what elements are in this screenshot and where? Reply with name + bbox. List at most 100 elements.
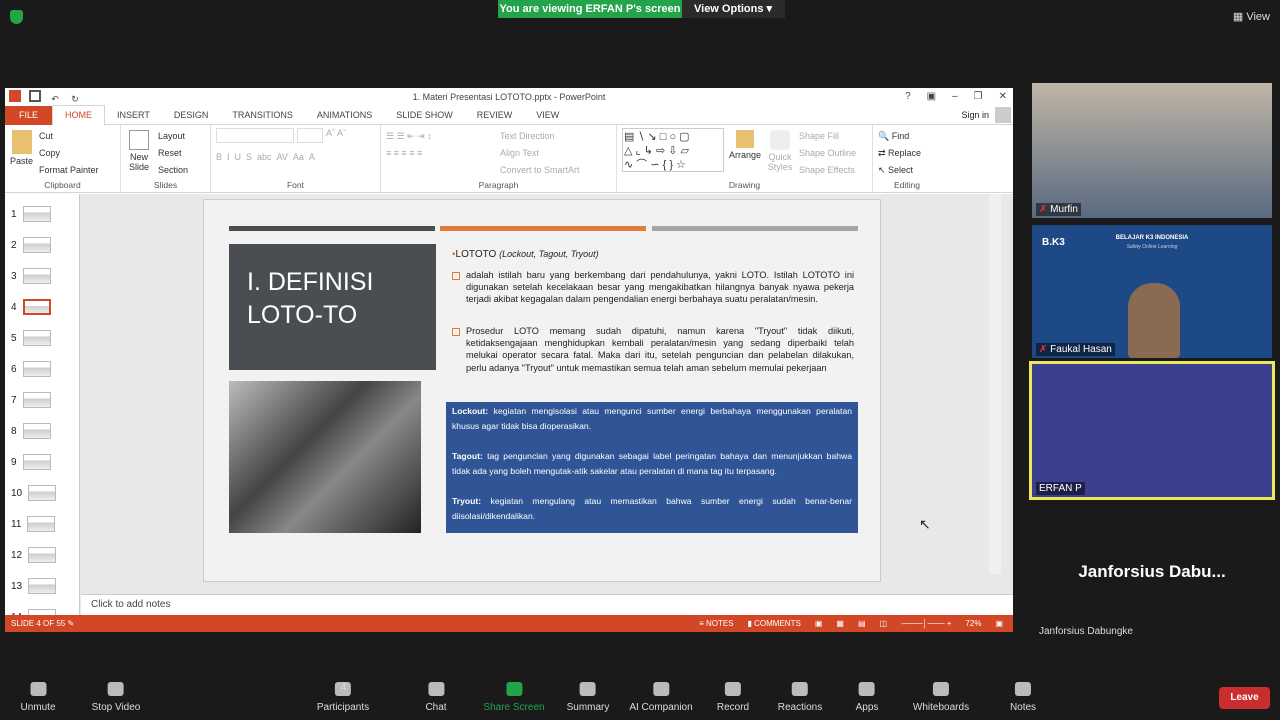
slideshow-icon[interactable]: ◫ xyxy=(880,615,888,632)
reactions-button[interactable]: Reactions xyxy=(778,682,822,713)
definitions-box: Lockout: kegiatan mengisolasi atau mengu… xyxy=(446,402,858,533)
video-tile-faukal[interactable]: B.K3 BELAJAR K3 INDONESIA Safety Online … xyxy=(1032,225,1272,358)
leave-button[interactable]: Leave xyxy=(1219,687,1270,709)
notes-button[interactable]: Notes xyxy=(1010,682,1036,713)
zoom-level[interactable]: 72% xyxy=(965,615,981,632)
font-grow-icon[interactable]: Aˆ Aˇ xyxy=(326,128,346,143)
select-button[interactable]: ↖ Select xyxy=(878,162,936,179)
redo-icon[interactable]: ↻ xyxy=(69,90,81,104)
tab-review[interactable]: REVIEW xyxy=(465,106,525,125)
find-label: Find xyxy=(891,131,910,141)
view-button[interactable]: ▦ View xyxy=(1233,10,1270,23)
slide-lead: ▪LOTOTO (Lockout, Tagout, Tryout) xyxy=(452,249,599,260)
tab-slide-show[interactable]: SLIDE SHOW xyxy=(384,106,465,125)
whiteboard-icon xyxy=(932,682,949,696)
slide-thumbnail-12[interactable]: 12 xyxy=(11,547,57,563)
slide-thumbnail-6[interactable]: 6 xyxy=(11,361,51,377)
stop-video-button[interactable]: Stop Video xyxy=(92,682,140,713)
slide-canvas[interactable]: I. DEFINISI LOTO-TO ▪LOTOTO (Lockout, Ta… xyxy=(203,199,881,582)
notes-pane[interactable]: Click to add notes xyxy=(81,594,1013,615)
whiteboards-button[interactable]: Whiteboards xyxy=(913,682,969,713)
slide-thumbnail-11[interactable]: 11 xyxy=(11,516,56,532)
sign-in-link[interactable]: Sign in xyxy=(961,110,989,120)
status-bar: SLIDE 4 OF 55 ✎ ≡ NOTES ▮ COMMENTS ▣ ▦ ▤ ◫ … xyxy=(5,615,1013,632)
align-text-button[interactable]: Align Text xyxy=(500,145,580,162)
zoom-slider[interactable]: –───│─── + xyxy=(901,615,951,632)
record-button[interactable]: Record xyxy=(717,682,749,713)
minimize-icon[interactable]: – xyxy=(952,88,958,106)
slide-thumbnail-2[interactable]: 2 xyxy=(11,237,51,253)
shape-outline-button[interactable]: Shape Outline xyxy=(799,145,856,162)
list-buttons[interactable]: ☰ ☰ ⇤ ⇥ ↕ xyxy=(386,128,494,145)
restore-icon[interactable]: ❐ xyxy=(974,88,983,106)
find-button[interactable]: 🔍 Find xyxy=(878,128,936,145)
reading-view-icon[interactable]: ▤ xyxy=(858,615,866,632)
help-icon[interactable]: ? xyxy=(905,88,911,106)
notes-icon xyxy=(1015,682,1031,696)
notes-button[interactable]: ≡ NOTES xyxy=(699,615,733,632)
layout-button[interactable]: Layout xyxy=(158,128,188,145)
tab-design[interactable]: DESIGN xyxy=(162,106,221,125)
tab-file[interactable]: FILE xyxy=(5,105,53,125)
slide-editing-area[interactable]: I. DEFINISI LOTO-TO ▪LOTOTO (Lockout, Ta… xyxy=(81,194,1001,594)
summary-button[interactable]: Summary xyxy=(567,682,609,713)
align-buttons[interactable]: ≡ ≡ ≡ ≡ ≡ xyxy=(386,145,494,162)
slide-thumbnail-3[interactable]: 3 xyxy=(11,268,51,284)
slide-thumbnail-4[interactable]: 4 xyxy=(11,299,51,315)
ai-companion-button[interactable]: AI Companion xyxy=(629,682,693,713)
chat-button[interactable]: Chat xyxy=(425,682,447,713)
undo-icon[interactable]: ↶ xyxy=(49,90,61,104)
video-tile-erfan-active-speaker[interactable]: ERFAN P xyxy=(1029,361,1275,500)
thumbnail-image xyxy=(28,547,57,563)
share-screen-button[interactable]: Share Screen xyxy=(483,682,545,713)
replace-button[interactable]: ⇄ Replace xyxy=(878,145,936,162)
tab-view[interactable]: VIEW xyxy=(524,106,571,125)
slide-scrollbar[interactable] xyxy=(989,194,1001,574)
slide-thumbnail-pane[interactable]: 1234567891011121314 xyxy=(5,194,80,625)
format-painter-button[interactable]: Format Painter xyxy=(39,162,99,179)
fit-slide-icon[interactable]: ▣ xyxy=(995,615,1003,632)
section-button[interactable]: Section xyxy=(158,162,188,179)
slide-thumbnail-13[interactable]: 13 xyxy=(11,578,57,594)
video-tile-janforsius[interactable]: Janforsius Dabu... Janforsius Dabungke xyxy=(1032,500,1272,640)
slide-thumbnail-7[interactable]: 7 xyxy=(11,392,51,408)
drawing-label: Drawing xyxy=(728,180,761,190)
save-icon[interactable] xyxy=(29,90,41,102)
slide-thumbnail-9[interactable]: 9 xyxy=(11,454,51,470)
tab-home[interactable]: HOME xyxy=(52,104,106,126)
tab-animations[interactable]: ANIMATIONS xyxy=(305,106,384,125)
view-options-button[interactable]: View Options ▾ xyxy=(682,0,785,18)
convert-smartart-button[interactable]: Convert to SmartArt xyxy=(500,162,580,179)
video-tile-murfin[interactable]: ✗ Murfin xyxy=(1032,83,1272,218)
apps-button[interactable]: Apps xyxy=(856,682,878,713)
unmute-button[interactable]: Unmute xyxy=(20,682,56,713)
ribbon-display-icon[interactable]: ▣ xyxy=(927,88,936,106)
thumbnail-number: 2 xyxy=(11,239,17,251)
cut-button[interactable]: Cut xyxy=(39,128,99,145)
font-size-select[interactable] xyxy=(297,128,323,143)
copy-button[interactable]: Copy xyxy=(39,145,99,162)
slide-thumbnail-1[interactable]: 1 xyxy=(11,206,51,222)
text-direction-button[interactable]: Text Direction xyxy=(500,128,580,145)
tab-insert[interactable]: INSERT xyxy=(105,106,162,125)
avatar[interactable] xyxy=(995,107,1011,123)
font-format-buttons[interactable]: B I U S abc AV Aa A xyxy=(216,149,375,166)
shape-effects-button[interactable]: Shape Effects xyxy=(799,162,856,179)
slide-thumbnail-5[interactable]: 5 xyxy=(11,330,51,346)
shapes-gallery[interactable]: ▤ ∖ ↘ □ ○ ▢ △ ⌞ ↳ ⇨ ⇩ ▱ ∿ ⌒ ∽ { } ☆ xyxy=(622,128,724,172)
normal-view-icon[interactable]: ▣ xyxy=(815,615,823,632)
ribbon: Paste Cut Copy Format Painter Clipboard Ne… xyxy=(5,125,1013,193)
thumbnail-image xyxy=(22,237,51,253)
tab-transitions[interactable]: TRANSITIONS xyxy=(220,106,305,125)
security-shield-icon[interactable] xyxy=(10,10,23,24)
slide-thumbnail-8[interactable]: 8 xyxy=(11,423,51,439)
reset-button[interactable]: Reset xyxy=(158,145,188,162)
thumbnail-image xyxy=(22,454,51,470)
shape-fill-button[interactable]: Shape Fill xyxy=(799,128,856,145)
participants-button[interactable]: Participants 4 xyxy=(317,682,369,713)
close-icon[interactable]: ✕ xyxy=(999,88,1007,106)
slide-sorter-icon[interactable]: ▦ xyxy=(836,615,844,632)
slide-thumbnail-10[interactable]: 10 xyxy=(11,485,57,501)
font-name-select[interactable] xyxy=(216,128,294,143)
comments-button[interactable]: ▮ COMMENTS xyxy=(748,615,801,632)
